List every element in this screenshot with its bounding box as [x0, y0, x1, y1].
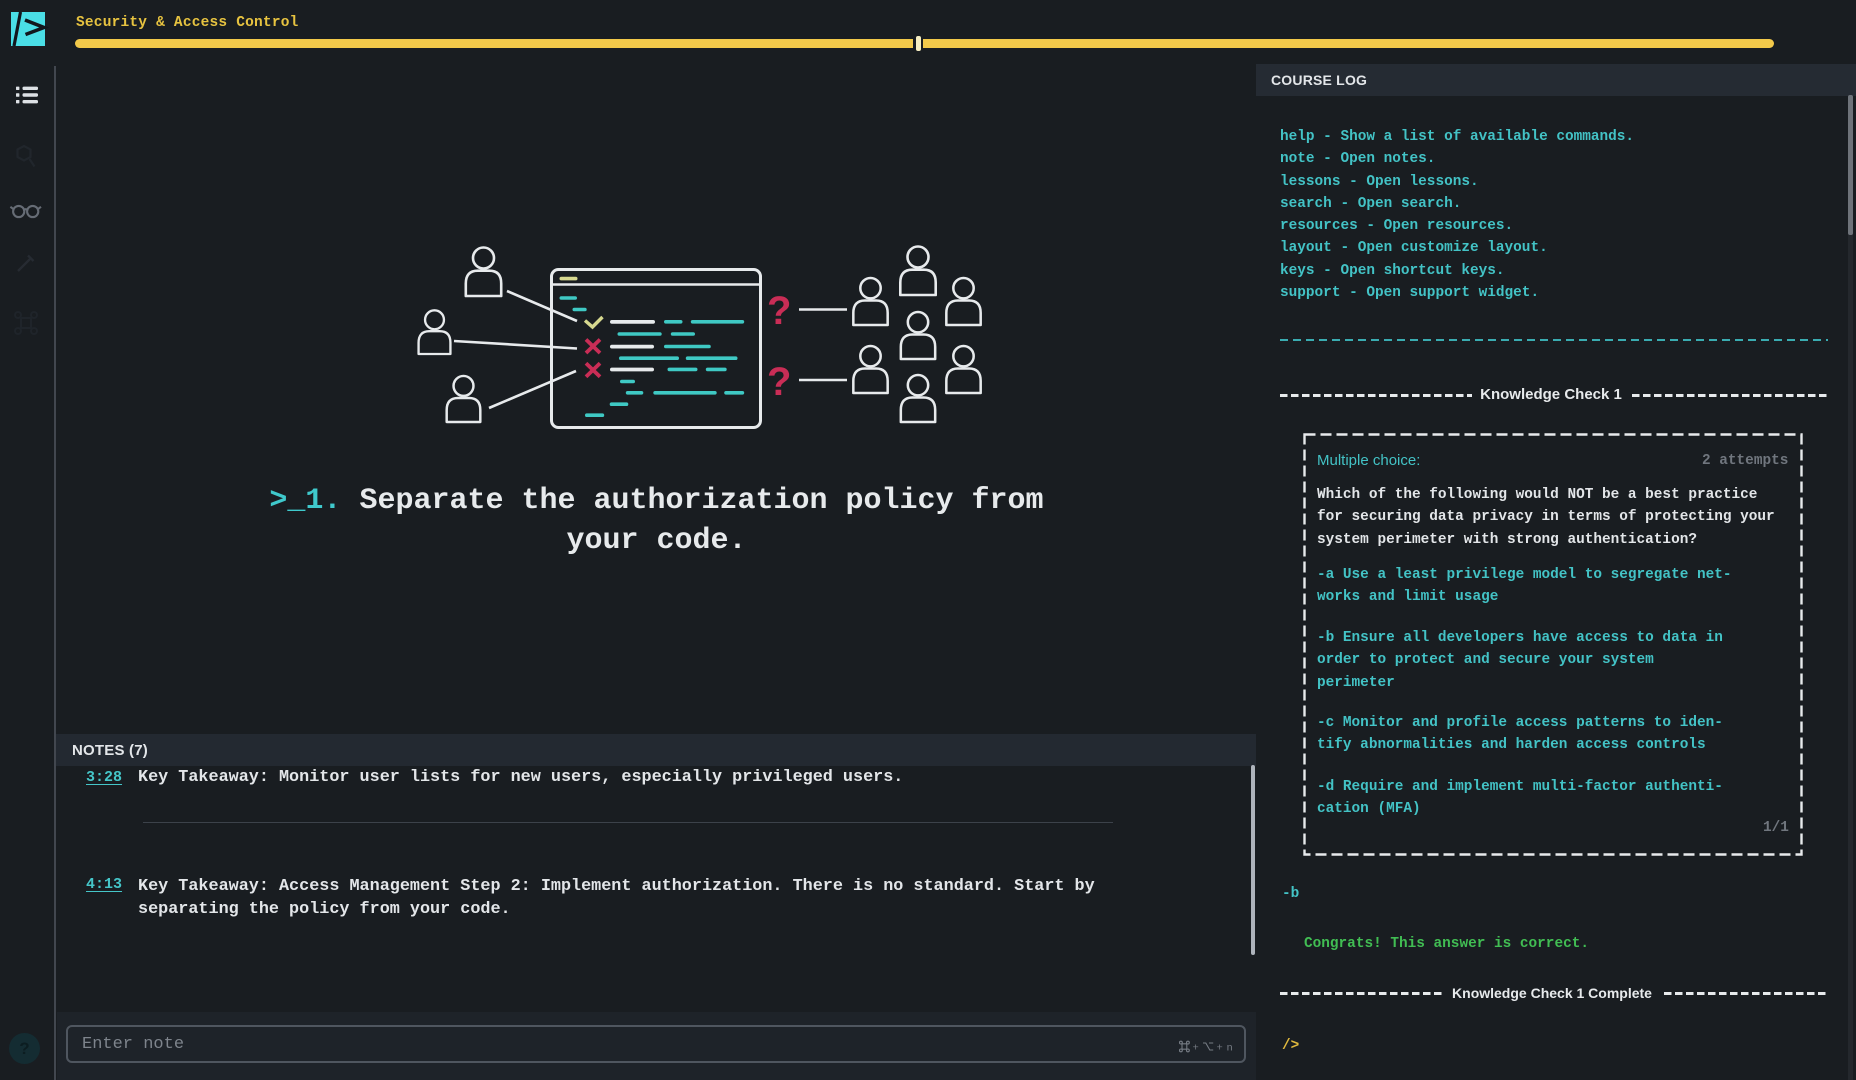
svg-text:n: n — [1227, 1043, 1233, 1055]
svg-text:?: ? — [767, 360, 791, 404]
svg-text:+: + — [1193, 1043, 1199, 1055]
svg-text:?: ? — [767, 289, 791, 333]
svg-text:+: + — [1217, 1043, 1223, 1055]
